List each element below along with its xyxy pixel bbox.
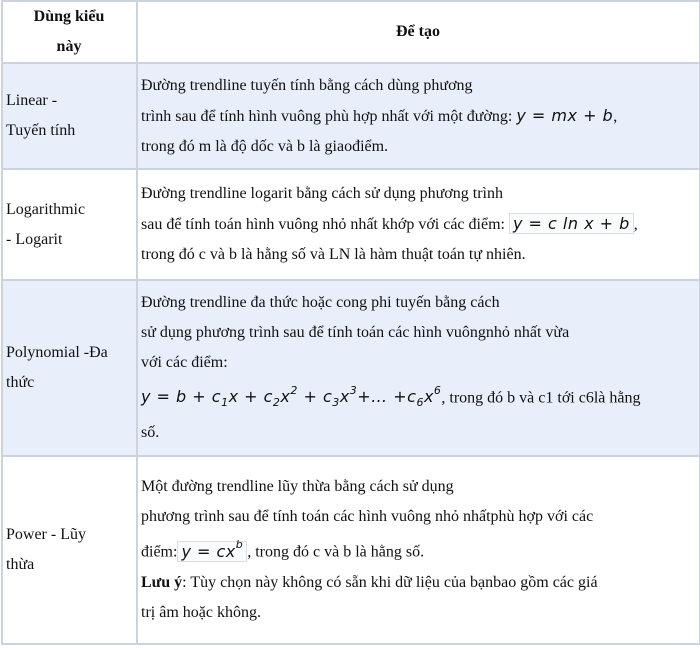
logarithmic-formula: y = c ln x + b bbox=[508, 213, 634, 234]
table-row-polynomial: Polynomial -Đa thức Đường trendline đa t… bbox=[1, 279, 700, 457]
note-label: Lưu ý bbox=[141, 573, 183, 591]
trend-description-cell: Đường trendline logarit bằng cách sử dụn… bbox=[136, 168, 700, 281]
power-formula: y = cxb bbox=[177, 538, 248, 562]
table-header-row: Dùng kiểu này Để tạo bbox=[1, 0, 700, 64]
trend-type-cell: Linear - Tuyến tính bbox=[1, 62, 138, 170]
header-use-type: Dùng kiểu này bbox=[1, 0, 138, 64]
trend-type-cell: Power - Lũy thừa bbox=[1, 455, 138, 645]
table-row-linear: Linear - Tuyến tính Đường trendline tuyế… bbox=[1, 62, 700, 170]
polynomial-formula: y = b + c1x + c2x2 + c3x3+… +c6x6 bbox=[141, 383, 442, 410]
trend-description-cell: Đường trendline đa thức hoặc cong phi tu… bbox=[136, 279, 700, 457]
trend-description-cell: Một đường trendline lũy thừa bằng cách s… bbox=[136, 455, 700, 645]
trend-type-cell: Polynomial -Đa thức bbox=[1, 279, 138, 457]
trend-type-cell: Logarithmic - Logarit bbox=[1, 168, 138, 281]
header-to-create: Để tạo bbox=[136, 0, 700, 64]
table-row-logarithmic: Logarithmic - Logarit Đường trendline lo… bbox=[1, 168, 700, 281]
table-row-power: Power - Lũy thừa Một đường trendline lũy… bbox=[1, 455, 700, 645]
trendline-types-table: Dùng kiểu này Để tạo Linear - Tuyến tính… bbox=[1, 0, 700, 645]
linear-formula: y = mx + b bbox=[516, 105, 614, 125]
note-line: Lưu ý: Tùy chọn này không có sẵn khi dữ … bbox=[141, 573, 598, 591]
trend-description-cell: Đường trendline tuyến tính bằng cách dùn… bbox=[136, 62, 700, 170]
